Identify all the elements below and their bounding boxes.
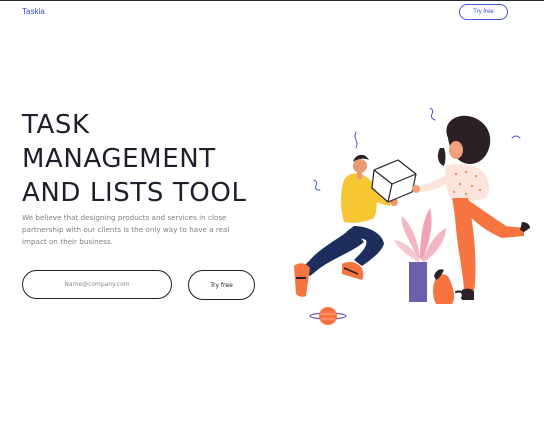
hero-title-line-2: MANAGEMENT xyxy=(22,144,216,174)
two-people-exchanging-box-illustration xyxy=(294,108,530,325)
hero-title-line-3: AND LISTS TOOL xyxy=(22,178,247,208)
squiggle-decorations xyxy=(313,108,521,191)
dog-icon xyxy=(433,269,464,304)
hero-title: TASK MANAGEMENT AND LISTS TOOL xyxy=(22,108,282,210)
hero-try-free-button[interactable]: Try free xyxy=(188,270,255,300)
nav-try-free-button[interactable]: Try free xyxy=(459,4,508,20)
brand-logo[interactable]: Taskia xyxy=(22,7,45,16)
email-input[interactable] xyxy=(22,270,172,299)
planet-icon xyxy=(309,307,347,325)
top-border xyxy=(0,0,544,1)
woman-figure xyxy=(412,115,530,300)
hero-description: We believe that designing products and s… xyxy=(22,213,230,246)
hero-title-line-1: TASK xyxy=(22,110,90,140)
